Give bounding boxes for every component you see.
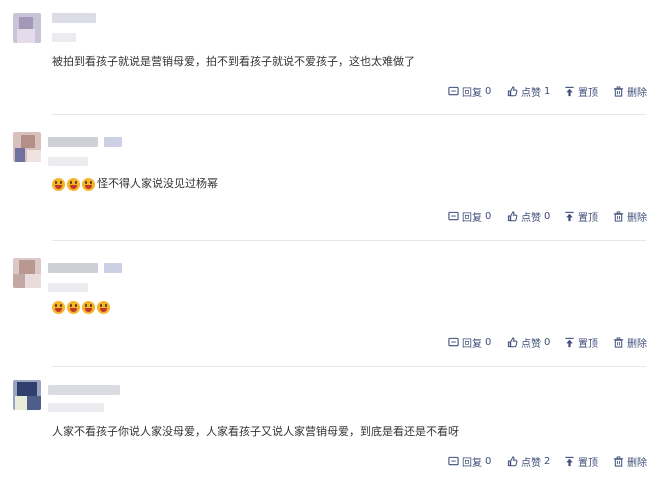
reply-icon — [448, 86, 459, 96]
avatar[interactable] — [13, 380, 41, 410]
grinning-face-icon — [52, 177, 65, 191]
like-label: 点赞 — [521, 458, 541, 469]
timestamp-blurred — [48, 283, 88, 292]
comment-text: 人家不看孩子你说人家没母爱，人家看孩子又说人家营销母爱，到底是看还是不看呀 — [52, 425, 459, 438]
delete-label: 删除 — [627, 458, 647, 469]
like-label: 点赞 — [521, 339, 541, 350]
reply-icon — [448, 456, 459, 466]
pin-to-top-icon — [565, 211, 574, 222]
reply-button[interactable]: 回复 0 — [448, 84, 491, 99]
grinning-face-icon — [67, 301, 80, 314]
like-button[interactable]: 点赞 1 — [507, 84, 550, 99]
pin-to-top-button[interactable]: 置顶 — [564, 209, 598, 224]
pin-to-top-label: 置顶 — [578, 213, 598, 224]
comment-content — [52, 301, 110, 314]
comment-list: 被拍到看孩子就说是营销母爱，拍不到看孩子就说不爱孩子，这也太难做了 回复 0 点… — [0, 0, 660, 478]
grinning-face-icon — [82, 177, 95, 191]
thumbs-up-icon — [507, 211, 518, 222]
comment-text: 怪不得人家说没见过杨幂 — [97, 177, 218, 190]
reply-label: 回复 — [462, 458, 482, 469]
username-blurred[interactable] — [48, 137, 98, 147]
pin-to-top-icon — [565, 456, 574, 467]
delete-button[interactable]: 删除 — [613, 209, 647, 224]
comment-item: 人家不看孩子你说人家没母爱，人家看孩子又说人家营销母爱，到底是看还是不看呀 回复… — [0, 367, 660, 478]
like-label: 点赞 — [521, 88, 541, 99]
comment-actions: 回复 0 点赞 1 置顶 删除 — [0, 84, 660, 100]
thumbs-up-icon — [507, 86, 518, 97]
thumbs-up-icon — [507, 456, 518, 467]
pin-to-top-label: 置顶 — [578, 458, 598, 469]
like-label: 点赞 — [521, 213, 541, 224]
reply-button[interactable]: 回复 0 — [448, 454, 491, 469]
thumbs-up-icon — [507, 337, 518, 348]
like-button[interactable]: 点赞 0 — [507, 335, 550, 350]
trash-icon — [613, 456, 624, 467]
pin-to-top-button[interactable]: 置顶 — [564, 84, 598, 99]
trash-icon — [613, 86, 624, 97]
delete-label: 删除 — [627, 339, 647, 350]
pin-to-top-icon — [565, 337, 574, 348]
comment-item: 回复 0 点赞 0 置顶 删除 — [0, 241, 660, 367]
reply-count: 0 — [485, 337, 492, 348]
grinning-face-icon — [97, 301, 110, 314]
avatar[interactable] — [13, 13, 41, 43]
comment-content: 怪不得人家说没见过杨幂 — [52, 177, 218, 191]
pin-to-top-button[interactable]: 置顶 — [564, 454, 598, 469]
reply-icon — [448, 337, 459, 347]
timestamp-blurred — [48, 403, 104, 412]
badge-blurred — [104, 137, 122, 147]
reply-label: 回复 — [462, 213, 482, 224]
reply-button[interactable]: 回复 0 — [448, 335, 491, 350]
like-button[interactable]: 点赞 0 — [507, 209, 550, 224]
pin-to-top-label: 置顶 — [578, 339, 598, 350]
timestamp-blurred — [52, 33, 76, 42]
avatar[interactable] — [13, 132, 41, 162]
username-blurred[interactable] — [48, 263, 98, 273]
comment-actions: 回复 0 点赞 2 置顶 删除 — [0, 454, 660, 470]
reply-label: 回复 — [462, 339, 482, 350]
like-count: 0 — [544, 211, 551, 222]
grinning-face-icon — [67, 177, 80, 191]
trash-icon — [613, 337, 624, 348]
pin-to-top-label: 置顶 — [578, 88, 598, 99]
grinning-face-icon — [52, 301, 65, 314]
delete-button[interactable]: 删除 — [613, 335, 647, 350]
delete-label: 删除 — [627, 213, 647, 224]
reply-count: 0 — [485, 456, 492, 467]
comment-actions: 回复 0 点赞 0 置顶 删除 — [0, 209, 660, 225]
like-count: 0 — [544, 337, 551, 348]
delete-button[interactable]: 删除 — [613, 84, 647, 99]
username-blurred[interactable] — [52, 13, 96, 23]
reply-count: 0 — [485, 211, 492, 222]
delete-button[interactable]: 删除 — [613, 454, 647, 469]
reply-label: 回复 — [462, 88, 482, 99]
avatar[interactable] — [13, 258, 41, 288]
reply-icon — [448, 211, 459, 221]
comment-item: 怪不得人家说没见过杨幂 回复 0 点赞 0 置顶 删除 — [0, 115, 660, 241]
like-button[interactable]: 点赞 2 — [507, 454, 550, 469]
username-blurred[interactable] — [48, 385, 120, 395]
delete-label: 删除 — [627, 88, 647, 99]
pin-to-top-icon — [565, 86, 574, 97]
comment-item: 被拍到看孩子就说是营销母爱，拍不到看孩子就说不爱孩子，这也太难做了 回复 0 点… — [0, 0, 660, 115]
timestamp-blurred — [48, 157, 88, 166]
like-count: 1 — [544, 86, 551, 97]
grinning-face-icon — [82, 301, 95, 314]
badge-blurred — [104, 263, 122, 273]
reply-button[interactable]: 回复 0 — [448, 209, 491, 224]
comment-actions: 回复 0 点赞 0 置顶 删除 — [0, 335, 660, 351]
reply-count: 0 — [485, 86, 492, 97]
trash-icon — [613, 211, 624, 222]
comment-text: 被拍到看孩子就说是营销母爱，拍不到看孩子就说不爱孩子，这也太难做了 — [52, 55, 415, 68]
like-count: 2 — [544, 456, 551, 467]
pin-to-top-button[interactable]: 置顶 — [564, 335, 598, 350]
